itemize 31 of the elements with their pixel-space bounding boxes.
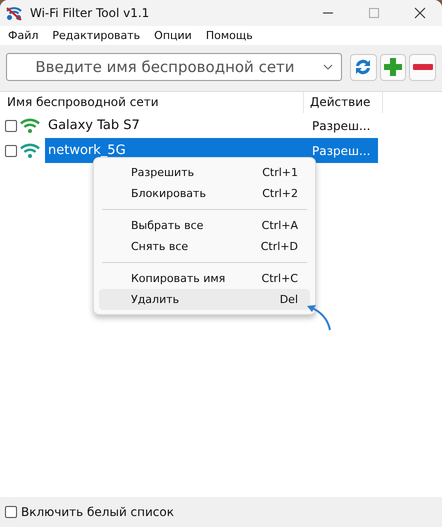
remove-button[interactable] bbox=[409, 54, 436, 80]
menu-item[interactable]: Снять все Ctrl+D bbox=[99, 236, 310, 257]
checkbox[interactable] bbox=[5, 120, 17, 132]
add-button[interactable] bbox=[380, 54, 406, 80]
menu-item[interactable]: Опции bbox=[154, 29, 192, 42]
network-name[interactable]: Galaxy Tab S7 bbox=[45, 118, 312, 133]
window-title: Wi-Fi Filter Tool v1.1 bbox=[30, 6, 150, 20]
minus-icon bbox=[412, 63, 433, 71]
chevron-down-icon bbox=[322, 64, 333, 70]
whitelist-label: Включить белый список bbox=[21, 505, 174, 519]
menu-item[interactable]: Редактировать bbox=[52, 29, 140, 42]
menu-item[interactable]: Выбрать все Ctrl+A bbox=[99, 215, 310, 236]
menu-item[interactable]: Файл bbox=[8, 29, 38, 42]
menu-item[interactable]: Удалить Del bbox=[99, 289, 310, 310]
action-cell-text: Разреш... bbox=[312, 144, 372, 158]
network-name-combobox[interactable]: Введите имя беспроводной сети bbox=[6, 53, 342, 81]
network-name[interactable]: network_5G bbox=[45, 143, 312, 158]
checkbox[interactable] bbox=[5, 144, 17, 156]
app-icon bbox=[5, 5, 23, 21]
refresh-button[interactable] bbox=[350, 54, 377, 80]
menu-item[interactable]: Разрешить Ctrl+1 bbox=[99, 162, 310, 183]
column-header[interactable]: Имя беспроводной сети bbox=[0, 92, 304, 113]
menu-item[interactable]: Блокировать Ctrl+2 bbox=[99, 183, 310, 204]
column-header[interactable]: Действие bbox=[304, 92, 383, 113]
menu-item[interactable]: Помощь bbox=[206, 29, 253, 42]
action-cell-text: Разреш... bbox=[312, 118, 372, 132]
pointer-arrow-drawing bbox=[304, 302, 334, 332]
menu-item[interactable]: Копировать имя Ctrl+C bbox=[99, 268, 310, 289]
close-icon[interactable] bbox=[414, 7, 426, 19]
plus-icon bbox=[382, 57, 403, 77]
checkbox[interactable] bbox=[5, 506, 17, 518]
